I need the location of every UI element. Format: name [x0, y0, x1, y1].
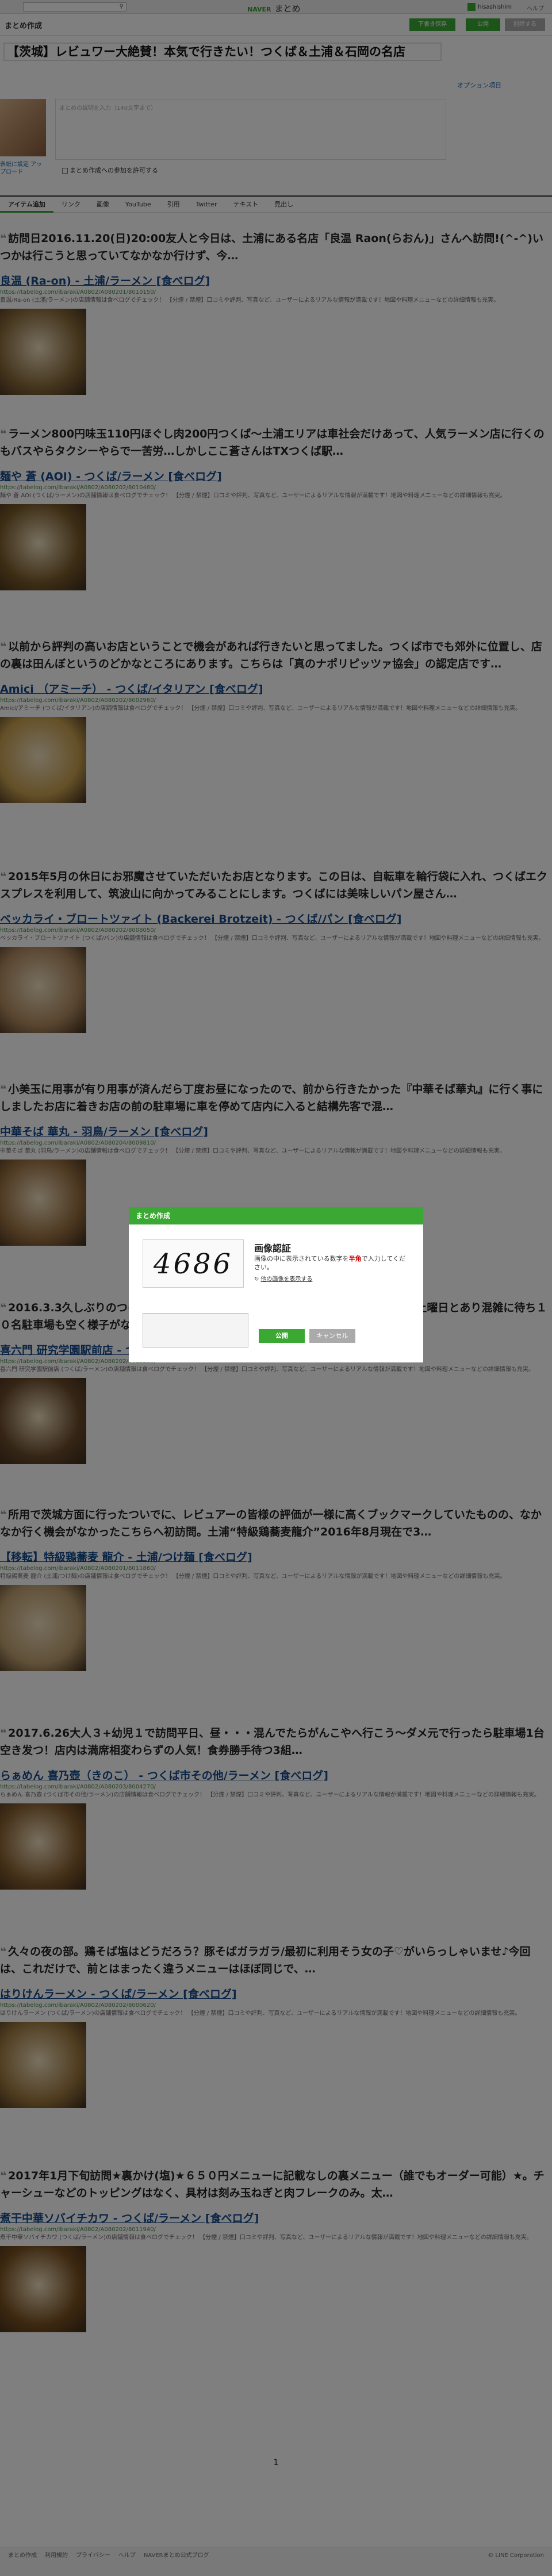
- captcha-image: 4686: [143, 1239, 244, 1288]
- captcha-input[interactable]: [143, 1313, 248, 1347]
- refresh-captcha-link[interactable]: ↻ 他の画像を表示する: [254, 1274, 312, 1283]
- captcha-dialog: まとめ作成 4686 画像認証 画像の中に表示されている数字を半角で入力してくだ…: [129, 1207, 423, 1362]
- captcha-ok-button[interactable]: 公開: [259, 1329, 305, 1343]
- refresh-icon[interactable]: ↻: [254, 1276, 259, 1283]
- dialog-title: 画像認証: [254, 1243, 292, 1254]
- captcha-cancel-button[interactable]: キャンセル: [309, 1329, 355, 1343]
- dialog-header: まとめ作成: [129, 1207, 423, 1224]
- dialog-instruction: 画像の中に表示されている数字を半角で入力してください。: [254, 1255, 406, 1271]
